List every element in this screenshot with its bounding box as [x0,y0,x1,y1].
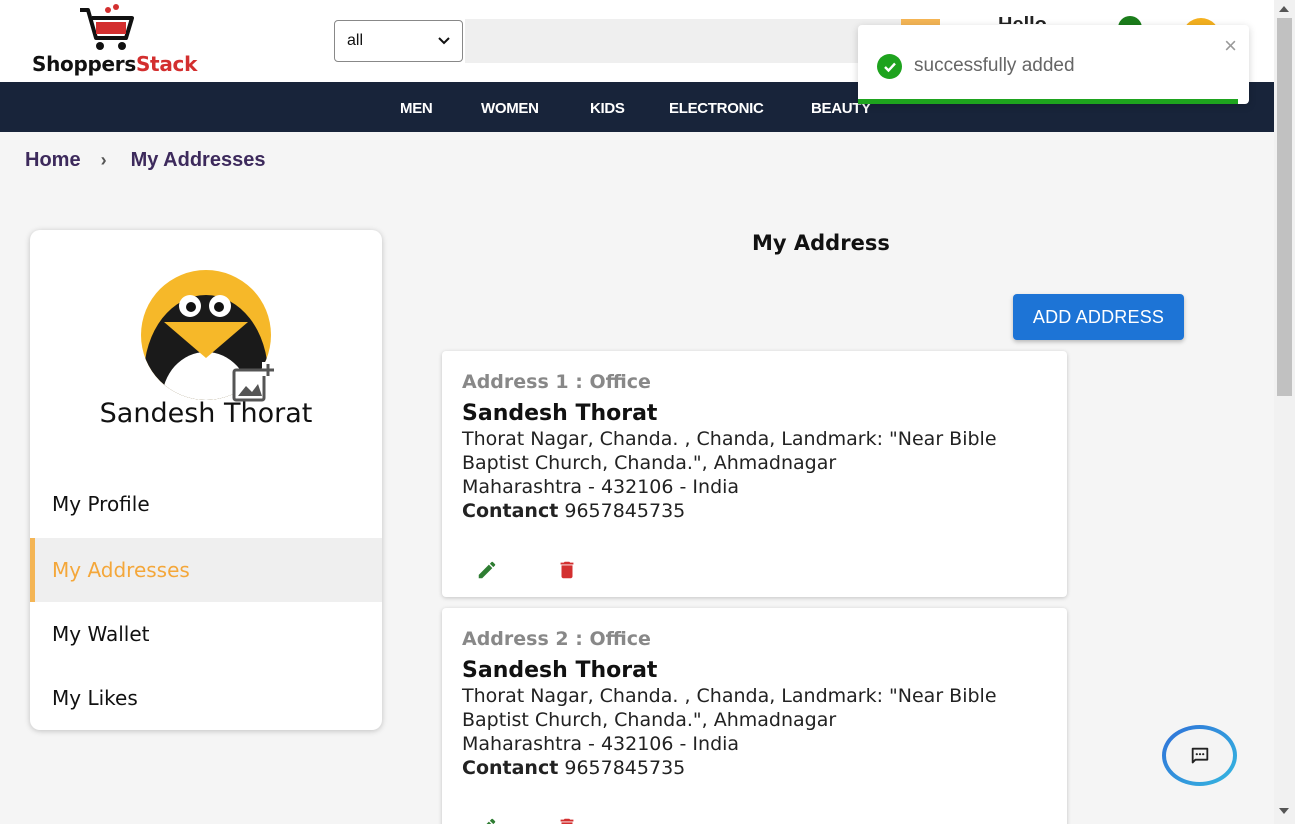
breadcrumb: Home › My Addresses [25,149,265,172]
breadcrumb-current: My Addresses [130,149,266,171]
page-title: My Address [752,231,890,255]
menu-my-profile[interactable]: My Profile [30,472,382,536]
contact-label: Contanct [462,500,559,522]
address-line3: Maharashtra - 432106 - India [462,733,740,755]
contact-number: 9657845735 [564,757,686,779]
contact-number: 9657845735 [564,500,686,522]
address-line3: Maharashtra - 432106 - India [462,476,740,498]
chat-button[interactable] [1162,725,1237,786]
contact-label: Contanct [462,757,559,779]
toast-message: successfully added [914,55,1075,76]
delete-icon[interactable] [556,559,578,581]
breadcrumb-home[interactable]: Home [25,149,81,172]
address-card: Address 1 : Office Sandesh Thorat Thorat… [442,351,1067,597]
edit-icon[interactable] [476,559,498,581]
address-name: Sandesh Thorat [462,658,658,683]
edit-icon[interactable] [476,816,498,824]
success-toast: successfully added × [858,25,1249,104]
cart-logo-icon [80,4,134,50]
address-line1: Thorat Nagar, Chanda. , Chanda, Landmark… [462,428,997,450]
address-line1: Thorat Nagar, Chanda. , Chanda, Landmark… [462,685,997,707]
delete-icon[interactable] [556,816,578,824]
profile-name: Sandesh Thorat [99,398,313,429]
chevron-down-icon [438,37,450,45]
address-label: Address 1 : Office [462,371,651,393]
scroll-thumb[interactable] [1277,18,1292,396]
address-line2: Baptist Church, Chanda.", Ahmadnagar [462,452,837,474]
page-scrollbar[interactable] [1274,0,1295,824]
user-greeting: Hello [998,14,1047,24]
nav-electronic[interactable]: ELECTRONIC [669,100,764,117]
address-name: Sandesh Thorat [462,401,658,426]
menu-my-addresses[interactable]: My Addresses [30,538,382,602]
address-contact: Contanct 9657845735 [462,757,685,779]
nav-women[interactable]: WOMEN [481,100,539,117]
nav-men[interactable]: MEN [400,100,433,117]
add-address-button[interactable]: ADD ADDRESS [1013,294,1184,340]
brand-name: ShoppersStack [32,52,198,76]
scroll-up-arrow-icon[interactable] [1279,6,1289,12]
brand-logo[interactable]: ShoppersStack [32,4,212,78]
address-card: Address 2 : Office Sandesh Thorat Thorat… [442,608,1067,824]
toast-progress-bar [858,99,1238,104]
chat-icon [1191,747,1208,763]
account-sidebar: Sandesh Thorat My Profile My Addresses M… [30,230,382,730]
scroll-down-arrow-icon[interactable] [1279,808,1289,814]
menu-my-likes[interactable]: My Likes [30,666,382,730]
chevron-right-icon: › [100,150,107,170]
address-line2: Baptist Church, Chanda.", Ahmadnagar [462,709,837,731]
address-label: Address 2 : Office [462,628,651,650]
menu-my-wallet[interactable]: My Wallet [30,602,382,666]
close-icon[interactable]: × [1224,33,1237,59]
check-circle-icon [877,54,902,79]
category-select[interactable]: all [334,20,463,62]
nav-kids[interactable]: KIDS [590,100,625,117]
category-select-value: all [347,32,364,49]
address-contact: Contanct 9657845735 [462,500,685,522]
search-input[interactable] [465,19,901,63]
chat-button-inner [1166,729,1233,782]
